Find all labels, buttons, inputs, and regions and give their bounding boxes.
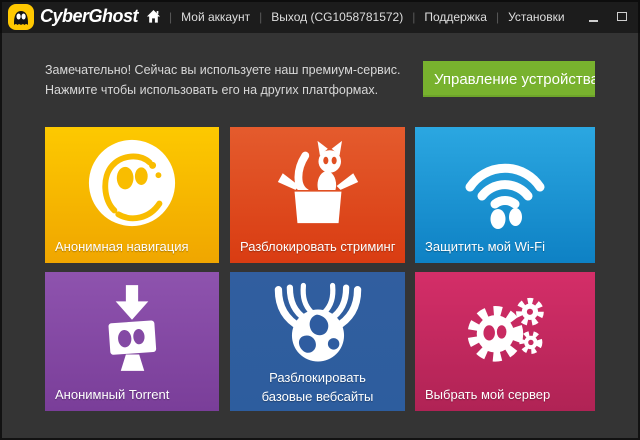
- tile-unblock-websites[interactable]: Разблокировать базовые вебсайты: [230, 272, 405, 411]
- tile-anonymous-browsing[interactable]: Анонимная навигация: [45, 127, 219, 263]
- app-logo: CyberGhost: [8, 4, 138, 30]
- tile-label: Разблокировать стриминг: [240, 237, 397, 256]
- home-icon: [146, 9, 161, 24]
- minimize-button[interactable]: [580, 0, 608, 33]
- home-button[interactable]: [138, 9, 169, 24]
- tile-label: Выбрать мой сервер: [425, 385, 587, 404]
- wifi-icon: [415, 127, 595, 239]
- tile-label: Защитить мой Wi-Fi: [425, 237, 587, 256]
- premium-message-line1: Замечательно! Сейчас вы используете наш …: [45, 60, 415, 80]
- tile-choose-server[interactable]: Выбрать мой сервер: [415, 272, 595, 411]
- maximize-icon: [617, 12, 627, 21]
- tile-anonymous-torrent[interactable]: Анонимный Torrent: [45, 272, 219, 411]
- manage-devices-button[interactable]: Управление устройства: [423, 61, 595, 97]
- premium-message-line2: Нажмите чтобы использовать его на других…: [45, 80, 415, 100]
- tile-label: Анонимный Torrent: [55, 385, 211, 404]
- nav-settings[interactable]: Установки: [499, 10, 573, 24]
- tile-label: Разблокировать базовые вебсайты: [242, 368, 393, 406]
- maximize-button[interactable]: [608, 0, 636, 33]
- nav-logout[interactable]: Выход (CG1058781572): [262, 10, 412, 24]
- download-monitor-icon: [45, 272, 219, 387]
- nav-my-account[interactable]: Мой аккаунт: [172, 10, 259, 24]
- winged-globe-icon: [230, 272, 405, 373]
- tile-protect-wifi[interactable]: Защитить мой Wi-Fi: [415, 127, 595, 263]
- close-button[interactable]: ✕: [636, 0, 640, 33]
- cat-in-box-icon: [230, 127, 405, 239]
- app-title: CyberGhost: [40, 6, 138, 27]
- premium-message: Замечательно! Сейчас вы используете наш …: [45, 60, 415, 100]
- nav-support[interactable]: Поддержка: [415, 10, 496, 24]
- titlebar-nav: | Мой аккаунт | Выход (CG1058781572) | П…: [138, 0, 640, 33]
- tile-unblock-streaming[interactable]: Разблокировать стриминг: [230, 127, 405, 263]
- tile-label: Анонимная навигация: [55, 237, 211, 256]
- gears-icon: [415, 272, 595, 387]
- window-controls: ✕: [580, 0, 640, 33]
- ghost-circle-icon: [45, 127, 219, 239]
- minimize-icon: [589, 20, 598, 22]
- titlebar: CyberGhost | Мой аккаунт | Выход (CG1058…: [0, 0, 640, 33]
- cyberghost-logo-icon: [8, 4, 34, 30]
